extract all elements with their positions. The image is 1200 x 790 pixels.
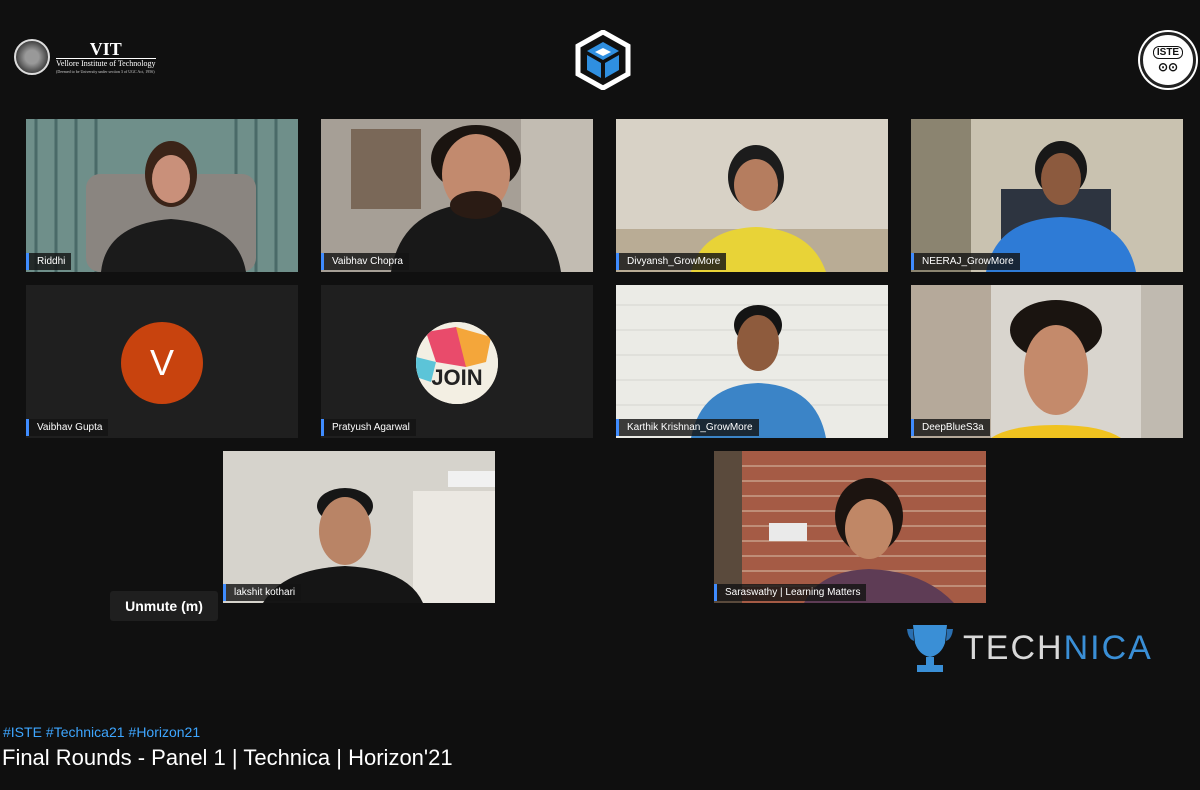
participant-name: Vaibhav Gupta bbox=[26, 419, 109, 436]
video-tile-karthik[interactable]: Karthik Krishnan_GrowMore bbox=[616, 285, 888, 438]
participant-video bbox=[911, 285, 1183, 438]
iste-logo: ISTE ⊙⊙ bbox=[1140, 32, 1196, 88]
participant-video bbox=[714, 451, 986, 603]
participant-name: Saraswathy | Learning Matters bbox=[714, 584, 867, 601]
vit-seal-icon bbox=[14, 39, 50, 75]
video-tile-riddhi[interactable]: Riddhi bbox=[26, 119, 298, 272]
hashtag-list: #ISTE #Technica21 #Horizon21 bbox=[3, 724, 204, 740]
video-tile-vaibhav-gupta[interactable]: V Vaibhav Gupta bbox=[26, 285, 298, 438]
participant-name: lakshit kothari bbox=[223, 584, 302, 601]
video-tile-lakshit[interactable]: lakshit kothari bbox=[223, 451, 495, 603]
meeting-stage: VIT Vellore Institute of Technology (Dee… bbox=[0, 0, 1200, 700]
video-tile-divyansh[interactable]: Divyansh_GrowMore bbox=[616, 119, 888, 272]
vit-logo: VIT Vellore Institute of Technology (Dee… bbox=[14, 34, 164, 80]
participant-name: Divyansh_GrowMore bbox=[616, 253, 727, 270]
participant-video bbox=[26, 119, 298, 272]
avatar: V bbox=[121, 322, 203, 404]
technica-wordmark: TECHNICA bbox=[963, 628, 1153, 667]
participant-video bbox=[616, 285, 888, 438]
participant-video bbox=[911, 119, 1183, 272]
trophy-icon bbox=[907, 625, 953, 672]
video-tile-saraswathy[interactable]: Saraswathy | Learning Matters bbox=[714, 451, 986, 603]
participant-name: NEERAJ_GrowMore bbox=[911, 253, 1020, 270]
avatar-join-text: JOIN bbox=[431, 365, 482, 390]
iste-mark-icon: ⊙⊙ bbox=[1157, 60, 1179, 74]
participant-name: Karthik Krishnan_GrowMore bbox=[616, 419, 759, 436]
vit-logo-name: VIT bbox=[56, 40, 156, 59]
unmute-button[interactable]: Unmute (m) bbox=[110, 591, 218, 621]
participant-video bbox=[223, 451, 495, 603]
technica-logo: TECHNICA bbox=[905, 618, 1195, 678]
participant-name: DeepBlueS3a bbox=[911, 419, 990, 436]
video-tile-deepblues3a[interactable]: DeepBlueS3a bbox=[911, 285, 1183, 438]
event-cube-logo-icon bbox=[575, 30, 631, 90]
participant-name: Vaibhav Chopra bbox=[321, 253, 409, 270]
video-title: Final Rounds - Panel 1 | Technica | Hori… bbox=[2, 745, 453, 770]
iste-logo-name: ISTE bbox=[1152, 46, 1184, 59]
hashtag-link[interactable]: #Technica21 bbox=[46, 724, 125, 740]
hashtag-link[interactable]: #ISTE bbox=[3, 724, 42, 740]
video-tile-vaibhav-chopra[interactable]: Vaibhav Chopra bbox=[321, 119, 593, 272]
vit-logo-full: Vellore Institute of Technology bbox=[56, 59, 156, 68]
video-tile-neeraj[interactable]: NEERAJ_GrowMore bbox=[911, 119, 1183, 272]
hashtag-link[interactable]: #Horizon21 bbox=[129, 724, 201, 740]
avatar: JOIN bbox=[416, 322, 498, 404]
video-tile-pratyush[interactable]: JOIN Pratyush Agarwal bbox=[321, 285, 593, 438]
participant-video bbox=[616, 119, 888, 272]
video-caption: #ISTE #Technica21 #Horizon21 Final Rounds … bbox=[0, 700, 1200, 790]
vit-logo-note: (Deemed to be University under section 3… bbox=[56, 69, 155, 74]
participant-name: Riddhi bbox=[26, 253, 72, 270]
participant-name: Pratyush Agarwal bbox=[321, 419, 416, 436]
participant-video bbox=[321, 119, 593, 272]
